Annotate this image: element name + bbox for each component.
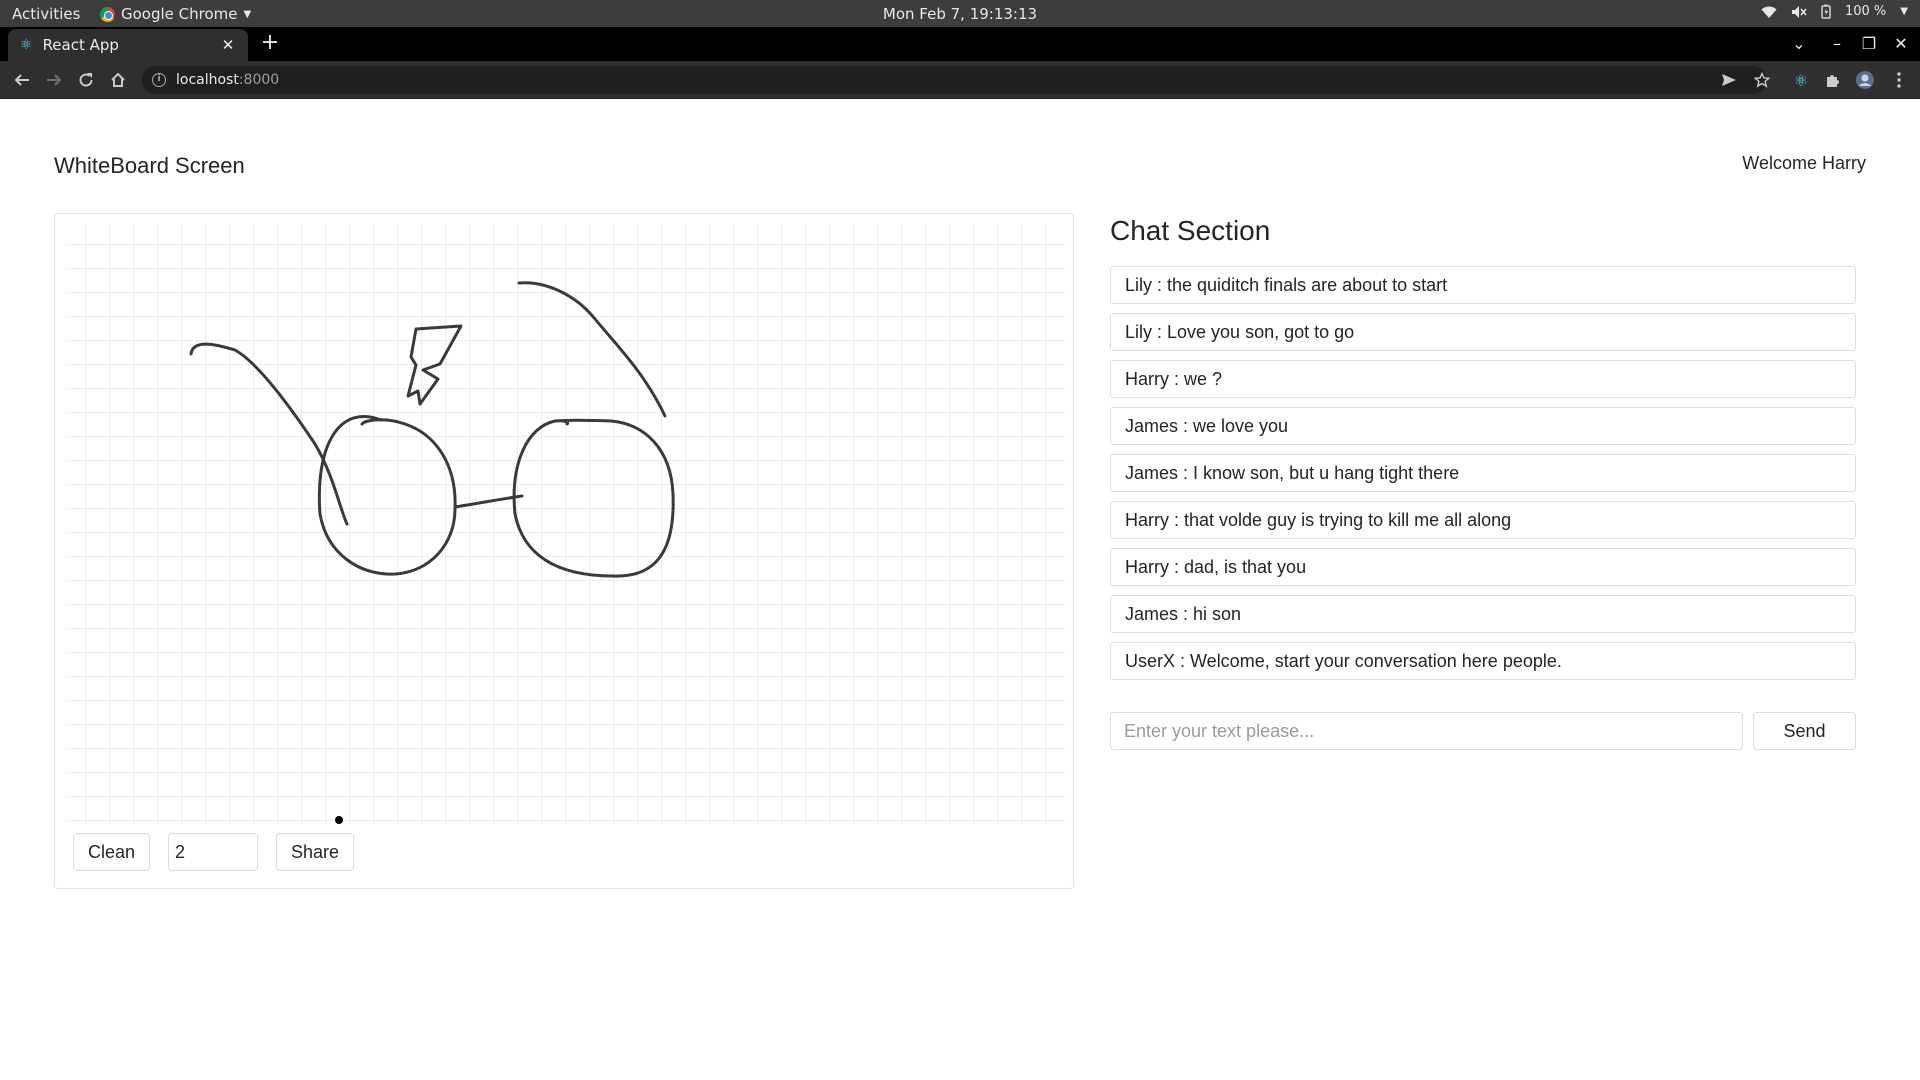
reload-icon[interactable] [74, 68, 98, 92]
drawing-stroke-scar [406, 324, 463, 406]
chevron-down-icon: ▼ [1900, 6, 1908, 17]
back-icon[interactable] [10, 68, 34, 92]
url-port: :8000 [238, 72, 280, 88]
new-tab-button[interactable]: + [258, 31, 282, 55]
extensions-icon[interactable] [1821, 68, 1845, 92]
send-to-devices-icon[interactable] [1717, 68, 1741, 92]
chat-message: James : hi son [1110, 595, 1856, 633]
restore-icon[interactable]: ❐ [1858, 33, 1880, 55]
drawing-stroke-left-lens [317, 415, 457, 576]
chat-form: Send [1110, 712, 1856, 750]
page-title: WhiteBoard Screen [54, 153, 245, 178]
chat-message: James : we love you [1110, 407, 1856, 445]
chat-message: James : I know son, but u hang tight the… [1110, 454, 1856, 492]
minimize-icon[interactable]: – [1826, 33, 1848, 55]
chat-message: Harry : dad, is that you [1110, 548, 1856, 586]
app-menu-label: Google Chrome [121, 5, 238, 23]
tab-react-app[interactable]: ⚛ React App ✕ [8, 29, 248, 61]
close-icon[interactable]: ✕ [218, 35, 238, 55]
clock[interactable]: Mon Feb 7, 19:13:13 [0, 5, 1920, 23]
tab-search-icon[interactable]: ⌄ [1788, 33, 1810, 55]
forward-icon[interactable] [42, 68, 66, 92]
battery-icon [1821, 4, 1831, 19]
chrome-icon [100, 6, 115, 22]
chevron-down-icon: ▼ [243, 8, 252, 20]
activities-button[interactable]: Activities [12, 5, 80, 23]
home-icon[interactable] [106, 68, 130, 92]
wifi-icon [1761, 5, 1777, 19]
whiteboard-drawing [189, 281, 675, 824]
info-icon[interactable]: i [152, 73, 166, 87]
bookmark-star-icon[interactable] [1750, 68, 1774, 92]
chat-message: Lily : the quiditch finals are about to … [1110, 266, 1856, 304]
profile-avatar[interactable] [1853, 68, 1877, 92]
drawing-stroke-right-temple [517, 281, 667, 418]
url-host: localhost [176, 72, 239, 88]
page: WhiteBoard Screen Welcome Harry Clean 2 … [0, 100, 1920, 1080]
menu-dots-icon[interactable] [1887, 68, 1911, 92]
address-bar[interactable]: i localhost:8000 [142, 66, 1767, 94]
chat-message: Lily : Love you son, got to go [1110, 313, 1856, 351]
system-tray[interactable]: 100 % ▼ [1761, 4, 1908, 19]
window-close-icon[interactable]: ✕ [1890, 33, 1912, 55]
chat-message: UserX : Welcome, start your conversation… [1110, 642, 1856, 680]
whiteboard-canvas[interactable] [65, 224, 1065, 824]
brush-size-input[interactable] [168, 833, 259, 871]
tab-strip: ⚛ React App ✕ [0, 27, 1920, 61]
chat-title: Chat Section [1110, 215, 1271, 246]
volume-muted-icon [1791, 5, 1807, 19]
share-button[interactable]: Share [276, 833, 355, 871]
welcome-text: Welcome Harry [1742, 153, 1866, 173]
chat-section: Chat Section Lily : the quiditch finals … [1110, 213, 1856, 750]
chat-message-list: Lily : the quiditch finals are about to … [1110, 266, 1856, 680]
battery-percent: 100 % [1844, 4, 1887, 19]
os-top-bar: Activities Google Chrome ▼ Mon Feb 7, 19… [0, 0, 1920, 27]
react-icon: ⚛ [20, 37, 33, 53]
react-devtools-icon[interactable]: ⚛ [1789, 68, 1813, 92]
whiteboard-card: Clean Share [54, 213, 1074, 889]
chat-message: Harry : that volde guy is trying to kill… [1110, 501, 1856, 539]
drawing-stroke-left-temple [189, 342, 349, 526]
drawing-stroke-right-lens [512, 418, 675, 578]
clean-button[interactable]: Clean [73, 833, 151, 871]
chat-message-input[interactable] [1110, 712, 1743, 750]
app-menu[interactable]: Google Chrome ▼ [100, 5, 251, 23]
chat-message: Harry : we ? [1110, 360, 1856, 398]
send-button[interactable]: Send [1753, 712, 1856, 750]
browser-toolbar: i localhost:8000 ⚛ [0, 61, 1920, 99]
drawing-dot [335, 816, 343, 824]
tab-title: React App [42, 36, 119, 54]
whiteboard-controls: Clean Share [73, 833, 355, 871]
drawing-stroke-bridge [453, 494, 524, 509]
